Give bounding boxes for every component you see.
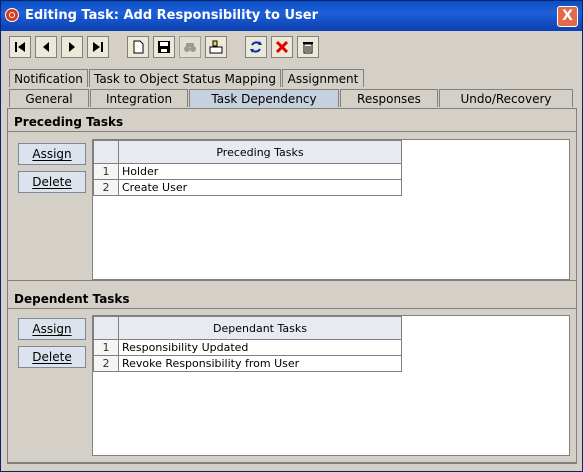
dependent-tasks-table-area: Dependant Tasks 1 Responsibility Updated… <box>92 315 570 456</box>
find-icon <box>184 43 196 52</box>
dependent-tasks-table: Dependant Tasks 1 Responsibility Updated… <box>93 316 402 372</box>
row-index: 2 <box>93 179 119 196</box>
dependent-assign-button[interactable]: Assign <box>18 318 86 340</box>
table-cell[interactable]: Revoke Responsibility from User <box>118 355 402 372</box>
first-record-button[interactable] <box>9 36 31 58</box>
previous-record-icon <box>43 42 49 52</box>
table-cell[interactable]: Responsibility Updated <box>118 339 402 356</box>
preceding-delete-button[interactable]: Delete <box>18 171 86 193</box>
preceding-tasks-table: Preceding Tasks 1 Holder 2 Create User <box>93 140 402 196</box>
toolbar <box>9 34 574 64</box>
refresh-button[interactable] <box>245 36 267 58</box>
preceding-tasks-table-area: Preceding Tasks 1 Holder 2 Create User <box>92 139 570 280</box>
row-index-header <box>93 140 119 164</box>
last-record-icon <box>93 42 103 52</box>
task-dependency-panel: Preceding Tasks Assign Delete Preceding … <box>7 108 577 464</box>
table-row[interactable]: 1 Responsibility Updated <box>93 339 402 356</box>
row-index: 1 <box>93 339 119 356</box>
dependent-assign-label: Assign <box>32 322 72 336</box>
last-record-button[interactable] <box>87 36 109 58</box>
delete-x-icon <box>275 40 289 54</box>
tab-responses[interactable]: Responses <box>340 89 438 107</box>
dependent-tasks-column-header[interactable]: Dependant Tasks <box>118 316 402 340</box>
save-button[interactable] <box>153 36 175 58</box>
oracle-logo-icon <box>5 8 19 22</box>
previous-record-button[interactable] <box>35 36 57 58</box>
preceding-tasks-column-header[interactable]: Preceding Tasks <box>118 140 402 164</box>
table-cell[interactable]: Holder <box>118 163 402 180</box>
edit-icon <box>209 40 223 54</box>
next-record-button[interactable] <box>61 36 83 58</box>
table-row[interactable]: 2 Revoke Responsibility from User <box>93 355 402 372</box>
tab-notification[interactable]: Notification <box>9 69 88 87</box>
row-index-header <box>93 316 119 340</box>
edit-button[interactable] <box>205 36 227 58</box>
new-button[interactable] <box>127 36 149 58</box>
preceding-tasks-title: Preceding Tasks <box>14 115 124 129</box>
refresh-icon <box>250 41 262 53</box>
save-icon <box>158 41 170 53</box>
dialog-window: Editing Task: Add Responsibility to User… <box>0 0 583 472</box>
tab-task-dependency[interactable]: Task Dependency <box>189 89 339 107</box>
new-document-icon <box>133 40 144 54</box>
row-index: 1 <box>93 163 119 180</box>
dependent-delete-label: Delete <box>32 350 72 364</box>
table-row[interactable]: 2 Create User <box>93 179 402 196</box>
table-cell[interactable]: Create User <box>118 179 402 196</box>
trash-icon <box>303 42 313 54</box>
tab-integration[interactable]: Integration <box>90 89 188 107</box>
find-button[interactable] <box>179 36 201 58</box>
close-button[interactable]: X <box>557 6 578 27</box>
tab-undo-recovery[interactable]: Undo/Recovery <box>439 89 573 107</box>
tab-task-to-object-status-mapping[interactable]: Task to Object Status Mapping <box>89 69 281 87</box>
tab-general[interactable]: General <box>9 89 89 107</box>
dependent-delete-button[interactable]: Delete <box>18 346 86 368</box>
tab-assignment[interactable]: Assignment <box>282 69 364 87</box>
title-bar[interactable]: Editing Task: Add Responsibility to User… <box>1 1 582 31</box>
table-row[interactable]: 1 Holder <box>93 163 402 180</box>
first-record-icon <box>15 42 25 52</box>
next-record-icon <box>69 42 75 52</box>
preceding-assign-button[interactable]: Assign <box>18 143 86 165</box>
preceding-assign-label: Assign <box>32 147 72 161</box>
dependent-tasks-title: Dependent Tasks <box>14 292 130 306</box>
remove-button[interactable] <box>271 36 293 58</box>
trash-button[interactable] <box>297 36 319 58</box>
preceding-delete-label: Delete <box>32 175 72 189</box>
window-title: Editing Task: Add Responsibility to User <box>25 8 319 23</box>
row-index: 2 <box>93 355 119 372</box>
